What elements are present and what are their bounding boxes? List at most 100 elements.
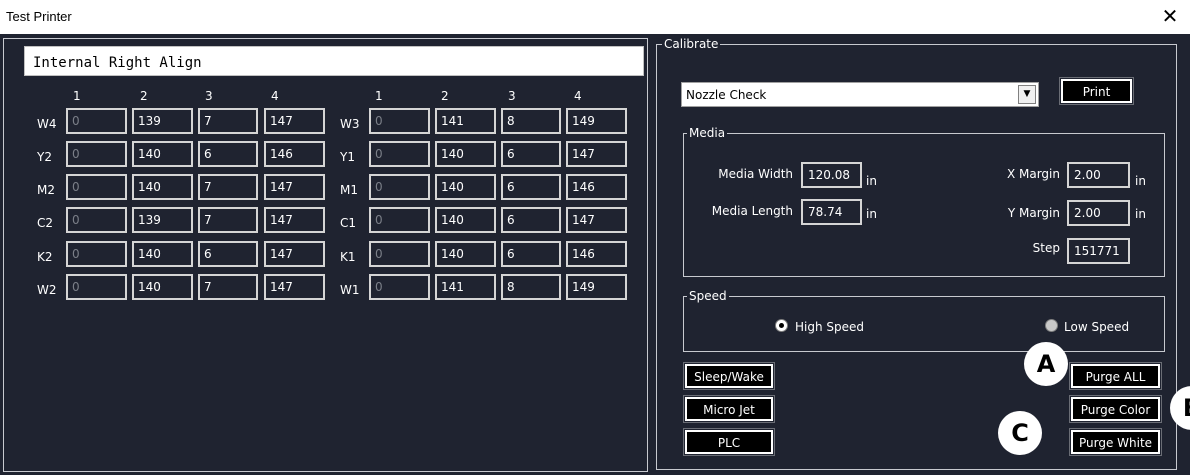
purge-all-button[interactable]: Purge ALL	[1069, 362, 1162, 390]
alignment-value-field[interactable]: 149	[566, 108, 627, 134]
alignment-value-field[interactable]: 0	[66, 207, 127, 233]
column-header: 2	[140, 89, 148, 103]
channel-label: W3	[340, 117, 360, 131]
low-speed-radio[interactable]	[1045, 319, 1058, 332]
channel-label: K1	[340, 250, 356, 264]
window-title: Test Printer	[6, 9, 72, 24]
speed-group-label: Speed	[687, 289, 729, 303]
sleep-wake-button[interactable]: Sleep/Wake	[683, 362, 775, 390]
alignment-value-field[interactable]: 140	[435, 241, 496, 267]
close-icon: ✕	[1161, 6, 1179, 28]
alignment-value-field[interactable]: 147	[264, 274, 325, 300]
channel-label: M1	[340, 183, 358, 197]
alignment-value-field[interactable]: 6	[501, 141, 561, 167]
alignment-value-field[interactable]: 140	[132, 174, 193, 200]
alignment-value-field[interactable]: 146	[566, 241, 627, 267]
column-header: 1	[375, 89, 383, 103]
channel-label: W1	[340, 283, 360, 297]
alignment-value-field[interactable]: 0	[66, 108, 127, 134]
alignment-value-field[interactable]: 6	[501, 207, 561, 233]
low-speed-label: Low Speed	[1064, 320, 1130, 334]
pattern-select-value: Nozzle Check	[686, 88, 767, 102]
alignment-value-field[interactable]: 7	[198, 207, 258, 233]
alignment-value-field[interactable]: 8	[501, 274, 561, 300]
media-group-label: Media	[687, 126, 728, 140]
x-margin-label: X Margin	[1006, 167, 1060, 181]
alignment-value-field[interactable]: 0	[369, 174, 430, 200]
media-width-label: Media Width	[718, 167, 793, 181]
alignment-value-field[interactable]: 0	[66, 241, 127, 267]
title-bar: Test Printer ✕	[0, 0, 1190, 34]
alignment-value-field[interactable]: 147	[566, 141, 627, 167]
step-label: Step	[1032, 241, 1060, 255]
alignment-value-field[interactable]: 0	[369, 108, 430, 134]
alignment-value-field[interactable]: 0	[66, 174, 127, 200]
calibrate-group-label: Calibrate	[662, 37, 721, 51]
alignment-value-field[interactable]: 7	[198, 174, 258, 200]
alignment-value-field[interactable]: 0	[66, 274, 127, 300]
alignment-value-field[interactable]: 147	[264, 241, 325, 267]
alignment-value-field[interactable]: 147	[264, 207, 325, 233]
high-speed-label: High Speed	[795, 320, 865, 334]
alignment-value-field[interactable]: 6	[501, 174, 561, 200]
channel-label: M2	[37, 183, 55, 197]
marker-c: C	[998, 411, 1042, 455]
x-margin-field[interactable]: 2.00	[1067, 162, 1130, 188]
alignment-value-field[interactable]: 140	[435, 207, 496, 233]
channel-label: Y1	[340, 150, 355, 164]
alignment-value-field[interactable]: 149	[566, 274, 627, 300]
alignment-value-field[interactable]: 8	[501, 108, 561, 134]
purge-white-button[interactable]: Purge White	[1069, 428, 1162, 456]
media-width-field[interactable]: 120.08	[801, 162, 862, 188]
print-button[interactable]: Print	[1059, 77, 1134, 105]
pattern-select[interactable]: Nozzle Check ▼	[681, 82, 1039, 107]
alignment-value-field[interactable]: 0	[369, 241, 430, 267]
alignment-value-field[interactable]: 139	[132, 108, 193, 134]
channel-label: Y2	[37, 150, 52, 164]
alignment-value-field[interactable]: 6	[198, 141, 258, 167]
alignment-value-field[interactable]: 147	[264, 174, 325, 200]
close-button[interactable]: ✕	[1150, 2, 1190, 32]
y-margin-field[interactable]: 2.00	[1067, 200, 1130, 226]
step-field[interactable]: 151771	[1067, 238, 1130, 264]
x-margin-unit: in	[1135, 174, 1146, 188]
alignment-value-field[interactable]: 6	[198, 241, 258, 267]
alignment-value-field[interactable]: 146	[264, 141, 325, 167]
channel-label: W4	[37, 117, 57, 131]
plc-button[interactable]: PLC	[683, 428, 775, 456]
alignment-value-field[interactable]: 0	[369, 274, 430, 300]
alignment-value-field[interactable]: 141	[435, 108, 496, 134]
high-speed-radio[interactable]	[775, 319, 788, 332]
channel-label: W2	[37, 283, 57, 297]
alignment-value-field[interactable]: 147	[264, 108, 325, 134]
alignment-value-field[interactable]: 0	[369, 141, 430, 167]
alignment-value-field[interactable]: 6	[501, 241, 561, 267]
alignment-value-field[interactable]: 139	[132, 207, 193, 233]
alignment-value-field[interactable]: 140	[435, 174, 496, 200]
micro-jet-button[interactable]: Micro Jet	[683, 395, 775, 423]
marker-a: A	[1024, 342, 1068, 386]
alignment-value-field[interactable]: 140	[132, 241, 193, 267]
channel-label: C1	[340, 216, 357, 230]
alignment-value-field[interactable]: 147	[566, 207, 627, 233]
purge-color-button[interactable]: Purge Color	[1069, 395, 1162, 423]
alignment-value-field[interactable]: 140	[132, 274, 193, 300]
media-length-label: Media Length	[711, 204, 793, 218]
y-margin-label: Y Margin	[1007, 206, 1060, 220]
alignment-value-field[interactable]: 146	[566, 174, 627, 200]
column-header: 3	[205, 89, 213, 103]
alignment-value-field[interactable]: 7	[198, 108, 258, 134]
y-margin-unit: in	[1135, 207, 1146, 221]
alignment-value-field[interactable]: 7	[198, 274, 258, 300]
alignment-value-field[interactable]: 140	[132, 141, 193, 167]
alignment-value-field[interactable]: 141	[435, 274, 496, 300]
chevron-down-icon[interactable]: ▼	[1018, 85, 1036, 104]
media-length-unit: in	[866, 207, 877, 221]
alignment-value-field[interactable]: 0	[66, 141, 127, 167]
alignment-mode-field[interactable]: Internal Right Align	[24, 46, 644, 76]
alignment-value-field[interactable]: 140	[435, 141, 496, 167]
column-header: 1	[73, 89, 81, 103]
media-length-field[interactable]: 78.74	[801, 199, 862, 225]
channel-label: C2	[37, 216, 54, 230]
alignment-value-field[interactable]: 0	[369, 207, 430, 233]
